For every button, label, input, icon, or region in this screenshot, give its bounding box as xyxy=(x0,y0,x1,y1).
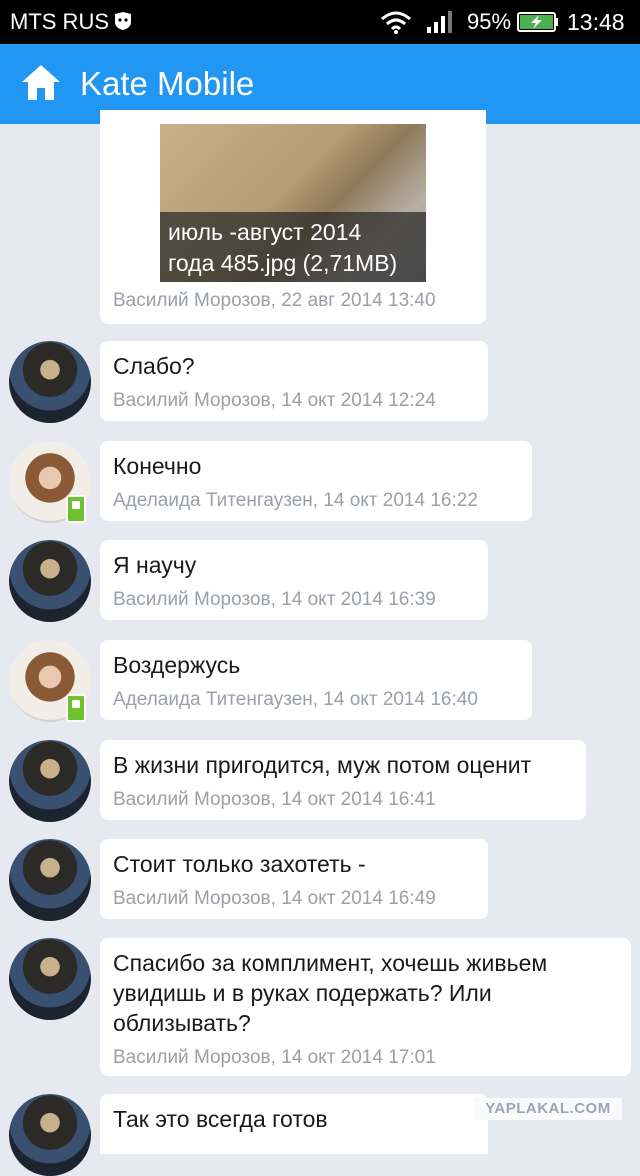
app-title: Kate Mobile xyxy=(80,65,255,102)
mobile-online-icon xyxy=(66,495,86,523)
message-meta: Василий Морозов, 22 авг 2014 13:40 xyxy=(113,290,436,311)
battery-charging-icon xyxy=(517,12,558,32)
status-bar: MTS RUS 95% 13:48 xyxy=(0,0,640,44)
home-icon[interactable] xyxy=(20,63,62,103)
message-text: Я научу xyxy=(113,552,197,578)
message-text: Конечно xyxy=(113,453,202,479)
photo-caption: июль -август 2014 года 485.jpg (2,71MB) xyxy=(160,212,426,282)
avatar[interactable] xyxy=(9,938,91,1020)
photo-caption-line2: года 485.jpg (2,71MB) xyxy=(168,250,398,276)
message-bubble[interactable]: Воздержусь Аделаида Титенгаузен, 14 окт … xyxy=(100,640,532,720)
clock: 13:48 xyxy=(567,9,625,35)
photo-attachment[interactable]: июль -август 2014 года 485.jpg (2,71MB) xyxy=(160,124,426,282)
battery-percent: 95% xyxy=(467,9,512,34)
watermark: YAPLAKAL.COM xyxy=(474,1098,622,1120)
message-text: В жизни пригодится, муж потом оценит xyxy=(113,752,532,778)
message-bubble[interactable]: Так это всегда готов xyxy=(100,1094,488,1154)
message-text: Спасибо за комплимент, хочешь живьем уви… xyxy=(113,950,548,1036)
message-text: Воздержусь xyxy=(113,652,241,678)
message-meta: Аделаида Титенгаузен, 14 окт 2014 16:40 xyxy=(113,689,478,710)
avatar[interactable] xyxy=(9,540,91,622)
message-bubble[interactable]: Спасибо за комплимент, хочешь живьем уви… xyxy=(100,938,631,1076)
message-meta: Василий Морозов, 14 окт 2014 16:39 xyxy=(113,589,436,610)
avatar[interactable] xyxy=(9,740,91,822)
message-meta: Василий Морозов, 14 окт 2014 16:49 xyxy=(113,888,436,909)
avatar[interactable] xyxy=(9,1094,91,1176)
message-meta: Василий Морозов, 14 окт 2014 17:01 xyxy=(113,1047,436,1068)
message-bubble[interactable]: Слабо? Василий Морозов, 14 окт 2014 12:2… xyxy=(100,341,488,421)
message-bubble[interactable]: Конечно Аделаида Титенгаузен, 14 окт 201… xyxy=(100,441,532,521)
message-meta: Василий Морозов, 14 окт 2014 12:24 xyxy=(113,390,436,411)
message-text: Стоит только захотеть - xyxy=(113,851,366,877)
mobile-online-icon xyxy=(66,694,86,722)
message-bubble[interactable]: В жизни пригодится, муж потом оценит Вас… xyxy=(100,740,586,820)
message-meta: Аделаида Титенгаузен, 14 окт 2014 16:22 xyxy=(113,490,478,511)
photo-caption-line1: июль -август 2014 xyxy=(168,219,362,245)
signal-strength-icon xyxy=(427,11,452,33)
carrier-name: MTS RUS xyxy=(10,9,109,34)
message-text: Слабо? xyxy=(113,353,195,379)
avatar[interactable] xyxy=(9,839,91,921)
wifi-icon xyxy=(381,11,411,34)
message-meta: Василий Морозов, 14 окт 2014 16:41 xyxy=(113,789,436,810)
carrier-logo-icon xyxy=(115,12,131,30)
message-text: Так это всегда готов xyxy=(113,1106,328,1132)
message-bubble[interactable]: Я научу Василий Морозов, 14 окт 2014 16:… xyxy=(100,540,488,620)
message-bubble[interactable]: Стоит только захотеть - Василий Морозов,… xyxy=(100,839,488,919)
avatar[interactable] xyxy=(9,341,91,423)
